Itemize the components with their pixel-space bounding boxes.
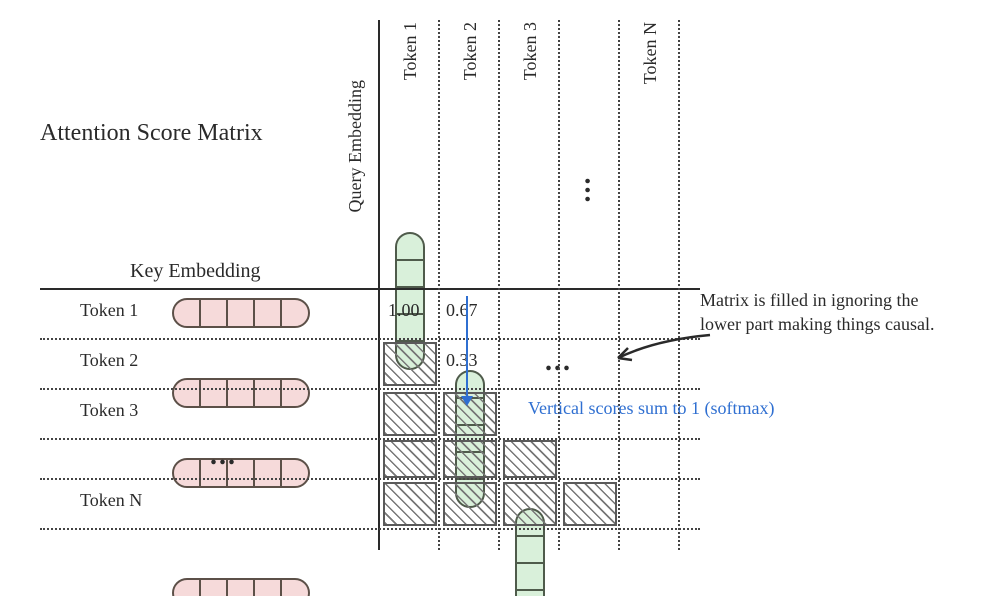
annotation-arrow-icon bbox=[600, 330, 720, 385]
masked-cell bbox=[383, 440, 437, 478]
diagram-title: Attention Score Matrix bbox=[40, 120, 263, 147]
query-embedding-heading: Query Embedding bbox=[345, 80, 366, 212]
row-token-3-label: Token 3 bbox=[80, 400, 138, 421]
key-embedding-heading: Key Embedding bbox=[130, 260, 261, 283]
col-token-1-label: Token 1 bbox=[400, 22, 421, 80]
masked-cell bbox=[383, 392, 437, 436]
row-ellipsis: ... bbox=[210, 440, 237, 472]
causal-annotation-line2: lower part making things causal. bbox=[700, 314, 934, 335]
key-embedding-n bbox=[172, 578, 310, 596]
key-embedding-2 bbox=[172, 378, 310, 408]
grid-row-line bbox=[40, 528, 700, 530]
masked-cell bbox=[383, 482, 437, 526]
grid-col-line bbox=[558, 20, 560, 550]
grid-row-line bbox=[40, 388, 700, 390]
grid-col-line bbox=[438, 20, 440, 550]
grid-row-line bbox=[40, 438, 700, 440]
col-token-2-label: Token 2 bbox=[460, 22, 481, 80]
axis-vertical bbox=[378, 20, 380, 550]
masked-cell bbox=[503, 482, 557, 526]
masked-cell bbox=[443, 440, 497, 478]
axis-horizontal bbox=[40, 288, 700, 290]
score-r1c1: 1.00 bbox=[388, 300, 420, 321]
causal-annotation-line1: Matrix is filled in ignoring the bbox=[700, 290, 918, 311]
grid-col-line bbox=[618, 20, 620, 550]
col-ellipsis: ... bbox=[578, 178, 610, 205]
grid-col-line bbox=[498, 20, 500, 550]
softmax-annotation: Vertical scores sum to 1 (softmax) bbox=[528, 398, 774, 419]
masked-cell bbox=[503, 440, 557, 478]
softmax-arrow-icon bbox=[466, 296, 473, 406]
masked-cell bbox=[443, 482, 497, 526]
grid-col-line bbox=[678, 20, 680, 550]
row-token-1-label: Token 1 bbox=[80, 300, 138, 321]
row-token-n-label: Token N bbox=[80, 490, 142, 511]
col-token-3-label: Token 3 bbox=[520, 22, 541, 80]
key-embedding-3 bbox=[172, 458, 310, 488]
grid-row-line bbox=[40, 478, 700, 480]
row-token-2-label: Token 2 bbox=[80, 350, 138, 371]
masked-cell bbox=[563, 482, 617, 526]
col-token-n-label: Token N bbox=[640, 22, 661, 84]
masked-cell bbox=[383, 342, 437, 386]
key-embedding-1 bbox=[172, 298, 310, 328]
